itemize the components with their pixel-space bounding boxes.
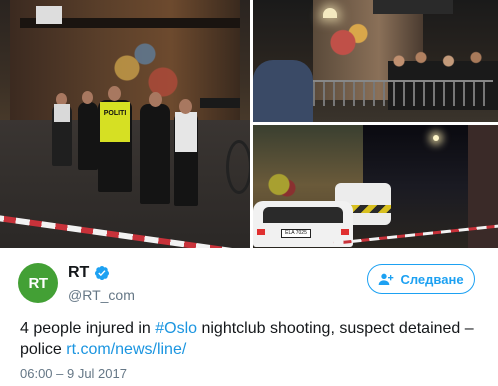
tweet-card: POLITI ELA 7025 RT RT @RT_com Следване 4… [0, 0, 498, 386]
bicycle-wheel [226, 140, 250, 194]
avatar-logo-text: RT [28, 274, 49, 292]
photo-police-scene[interactable]: POLITI [0, 0, 250, 248]
street-lamp [323, 8, 337, 18]
follow-button[interactable]: Следване [367, 264, 475, 294]
graffiti-mural [259, 167, 299, 202]
author-name[interactable]: RT [68, 264, 89, 282]
hashtag-link[interactable]: #Oslo [155, 320, 197, 337]
officer-head [82, 91, 93, 104]
awning [373, 0, 453, 14]
photo-crowd-barrier[interactable] [253, 0, 498, 122]
hi-vis-vest [100, 102, 130, 142]
article-link[interactable]: rt.com/news/line/ [66, 341, 186, 358]
follow-button-label: Следване [400, 271, 464, 287]
tweet-text-prefix: 4 people injured in [20, 320, 156, 337]
vest-label: POLITI [103, 110, 127, 117]
officer-dark [140, 104, 170, 204]
add-user-icon [379, 273, 394, 285]
officer-head [149, 92, 162, 107]
street-light [433, 135, 439, 141]
tail-light [341, 229, 349, 235]
street-sign [36, 6, 62, 24]
officer-head [108, 86, 121, 101]
photo-grid: POLITI ELA 7025 [0, 0, 498, 248]
avatar[interactable]: RT [18, 263, 58, 303]
tail-light [257, 229, 265, 235]
car-rear-window [263, 207, 343, 223]
tweet-text: 4 people injured in #Oslo nightclub shoo… [20, 318, 480, 360]
metal-barrier [293, 80, 493, 106]
verified-badge-icon [95, 266, 109, 280]
license-plate-text: ELA 7025 [285, 230, 307, 236]
tweet-timestamp[interactable]: 06:00 – 9 Jul 2017 [20, 366, 127, 381]
officer-second [78, 102, 98, 170]
white-shirt [175, 112, 197, 152]
background-crowd [200, 98, 240, 108]
photo-police-cars[interactable]: ELA 7025 [253, 125, 498, 248]
officer-head [179, 99, 192, 114]
graffiti-mural [323, 20, 373, 65]
officer-shirt [54, 104, 70, 122]
license-plate: ELA 7025 [281, 229, 311, 238]
author-handle[interactable]: @RT_com [68, 287, 135, 303]
foreground-person [253, 60, 313, 122]
